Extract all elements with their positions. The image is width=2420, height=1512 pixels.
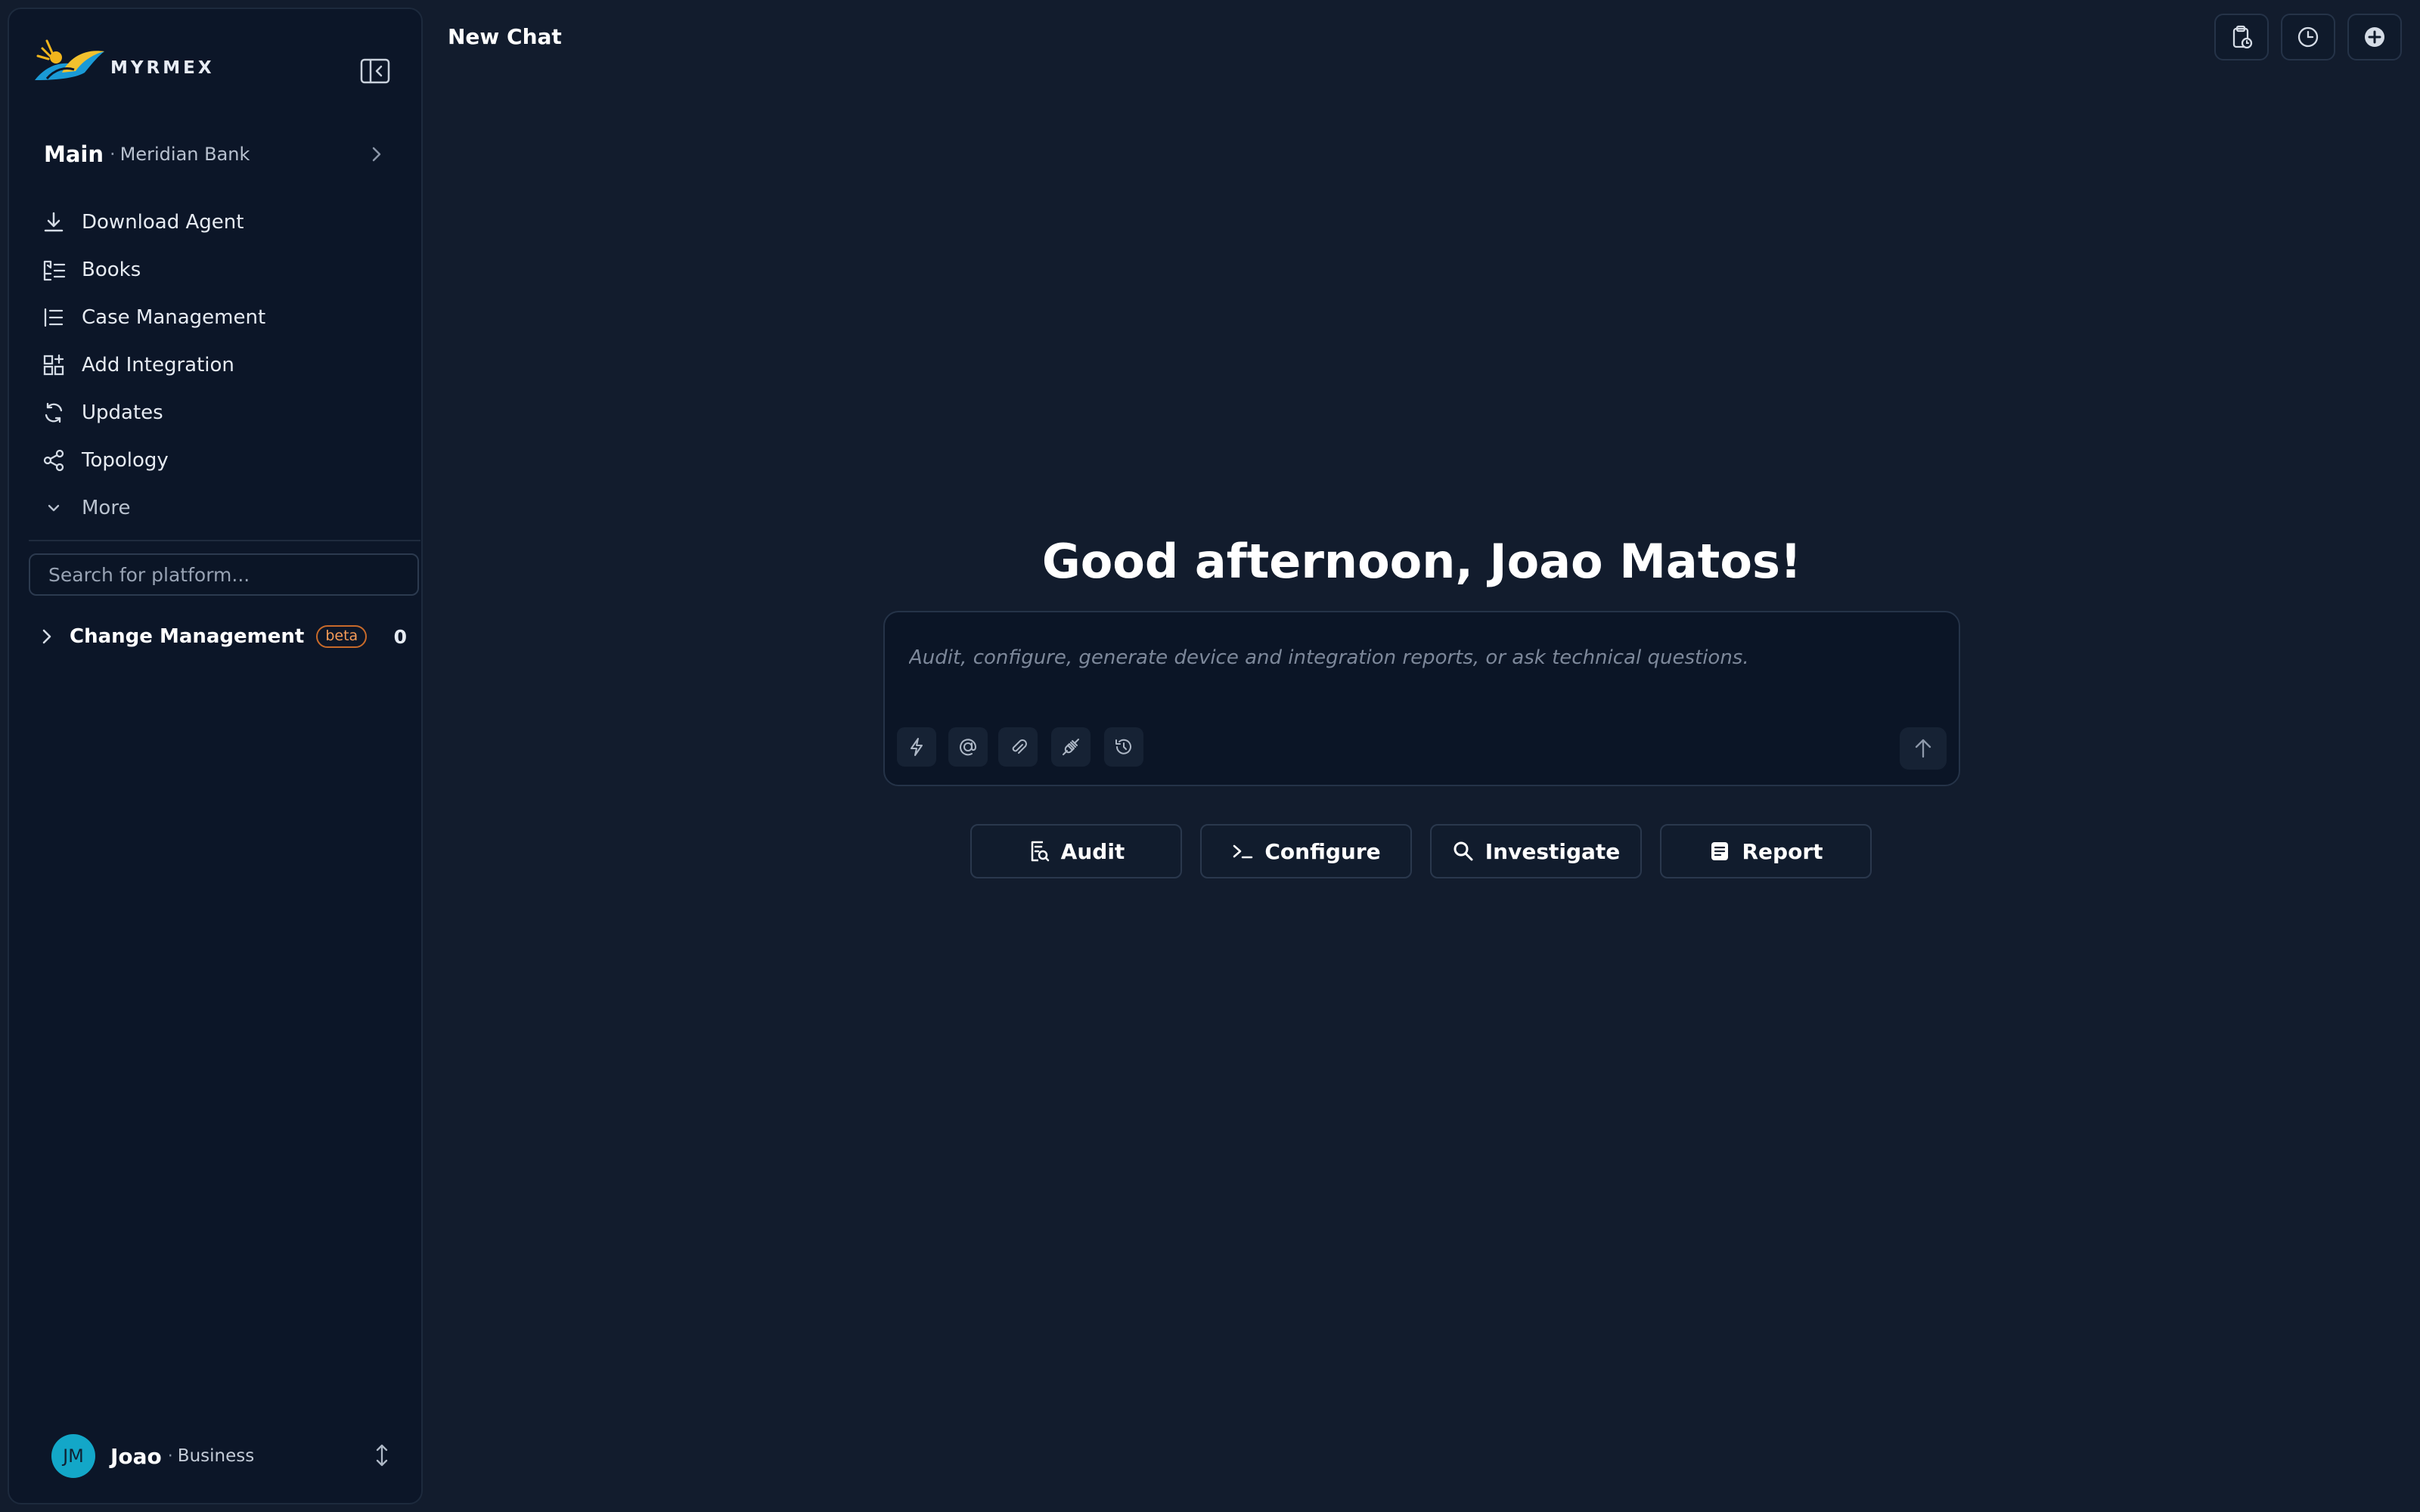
separator-dot: ·	[110, 144, 116, 165]
change-management-label: Change Management	[70, 625, 305, 648]
avatar: JM	[51, 1434, 95, 1478]
user-plan: Business	[177, 1446, 255, 1466]
user-menu[interactable]: JM Joao · Business	[51, 1433, 399, 1479]
sidebar-item-label: More	[82, 496, 131, 519]
plug-icon	[1063, 739, 1079, 755]
audit-button[interactable]: Audit	[970, 824, 1182, 878]
chevrons-up-down-icon	[372, 1442, 392, 1468]
lightning-icon	[911, 738, 923, 756]
clipboard-button[interactable]	[2214, 14, 2269, 60]
terminal-icon	[1231, 840, 1254, 863]
paperclip-icon	[1012, 739, 1027, 754]
sidebar-item-label: Books	[82, 258, 141, 281]
collapse-sidebar-button[interactable]	[358, 57, 392, 85]
quick-action-buttons: Audit Configure Investigate Report	[970, 824, 1890, 878]
integrations-button[interactable]	[1051, 727, 1091, 767]
sidebar-divider	[29, 540, 420, 541]
configure-button[interactable]: Configure	[1200, 824, 1412, 878]
myrmex-logo-icon	[35, 39, 104, 80]
user-name: Joao	[110, 1443, 162, 1469]
grid-plus-icon	[32, 350, 80, 380]
quick-actions-button[interactable]	[897, 727, 936, 767]
books-icon	[32, 255, 80, 285]
audit-label: Audit	[1060, 838, 1125, 864]
separator-dot: ·	[167, 1446, 173, 1466]
list-icon	[32, 302, 80, 333]
send-button[interactable]	[1900, 727, 1947, 770]
mention-button[interactable]	[948, 727, 988, 767]
new-chat-button[interactable]	[2347, 14, 2402, 60]
at-sign-icon	[960, 739, 977, 756]
sidebar-item-case-management[interactable]: Case Management	[32, 293, 410, 341]
change-management-section[interactable]: Change Management beta 0	[38, 620, 411, 653]
report-label: Report	[1742, 838, 1823, 864]
arrow-up-icon	[1915, 739, 1931, 758]
platform-search-input[interactable]	[29, 553, 419, 596]
sidebar-item-label: Updates	[82, 401, 163, 424]
clipboard-clock-icon	[2232, 25, 2253, 49]
brand-name: MYRMEX	[110, 58, 215, 78]
sidebar-item-topology[interactable]: Topology	[32, 436, 410, 484]
chevron-right-icon	[368, 145, 386, 163]
plus-circle-icon	[2365, 27, 2384, 47]
sidebar-item-books[interactable]: Books	[32, 246, 410, 293]
chevron-right-icon	[38, 627, 56, 646]
sidebar-item-more[interactable]: More	[32, 484, 410, 531]
sidebar-item-add-integration[interactable]: Add Integration	[32, 341, 410, 389]
clock-icon	[2297, 26, 2319, 48]
sidebar-item-label: Case Management	[82, 305, 266, 329]
workspace-org: Meridian Bank	[119, 144, 250, 165]
workspace-name: Main	[44, 141, 104, 167]
page-title: New Chat	[448, 24, 562, 49]
refresh-icon	[32, 398, 80, 428]
greeting-heading: Good afternoon, Joao Matos!	[1041, 534, 1802, 589]
change-management-count: 0	[393, 625, 407, 648]
chat-composer	[883, 611, 1960, 786]
download-icon	[32, 207, 80, 237]
brand-logo[interactable]: MYRMEX	[32, 35, 215, 85]
search-icon	[1452, 840, 1475, 863]
chat-input[interactable]	[909, 635, 1922, 680]
configure-label: Configure	[1264, 838, 1381, 864]
report-button[interactable]: Report	[1660, 824, 1872, 878]
sidebar-item-download-agent[interactable]: Download Agent	[32, 198, 410, 246]
report-icon	[1708, 840, 1731, 863]
history-button[interactable]	[2281, 14, 2335, 60]
recent-prompts-button[interactable]	[1104, 727, 1143, 767]
investigate-label: Investigate	[1485, 838, 1621, 864]
audit-icon	[1028, 839, 1050, 863]
sidebar-item-label: Download Agent	[82, 210, 244, 234]
beta-badge: beta	[316, 625, 368, 648]
chevron-down-icon	[32, 493, 80, 523]
sidebar-nav: Download Agent Books Case Management Add…	[32, 198, 410, 531]
sidebar-item-updates[interactable]: Updates	[32, 389, 410, 436]
investigate-button[interactable]: Investigate	[1430, 824, 1642, 878]
sidebar-collapse-icon	[360, 58, 390, 84]
sidebar-item-label: Add Integration	[82, 353, 234, 376]
attach-button[interactable]	[998, 727, 1038, 767]
sidebar: MYRMEX Main · Meridian Bank Download Age…	[8, 8, 423, 1504]
share-nodes-icon	[32, 445, 80, 476]
history-icon	[1115, 739, 1131, 754]
sidebar-item-label: Topology	[82, 448, 169, 472]
workspace-switcher[interactable]: Main · Meridian Bank	[44, 138, 399, 171]
